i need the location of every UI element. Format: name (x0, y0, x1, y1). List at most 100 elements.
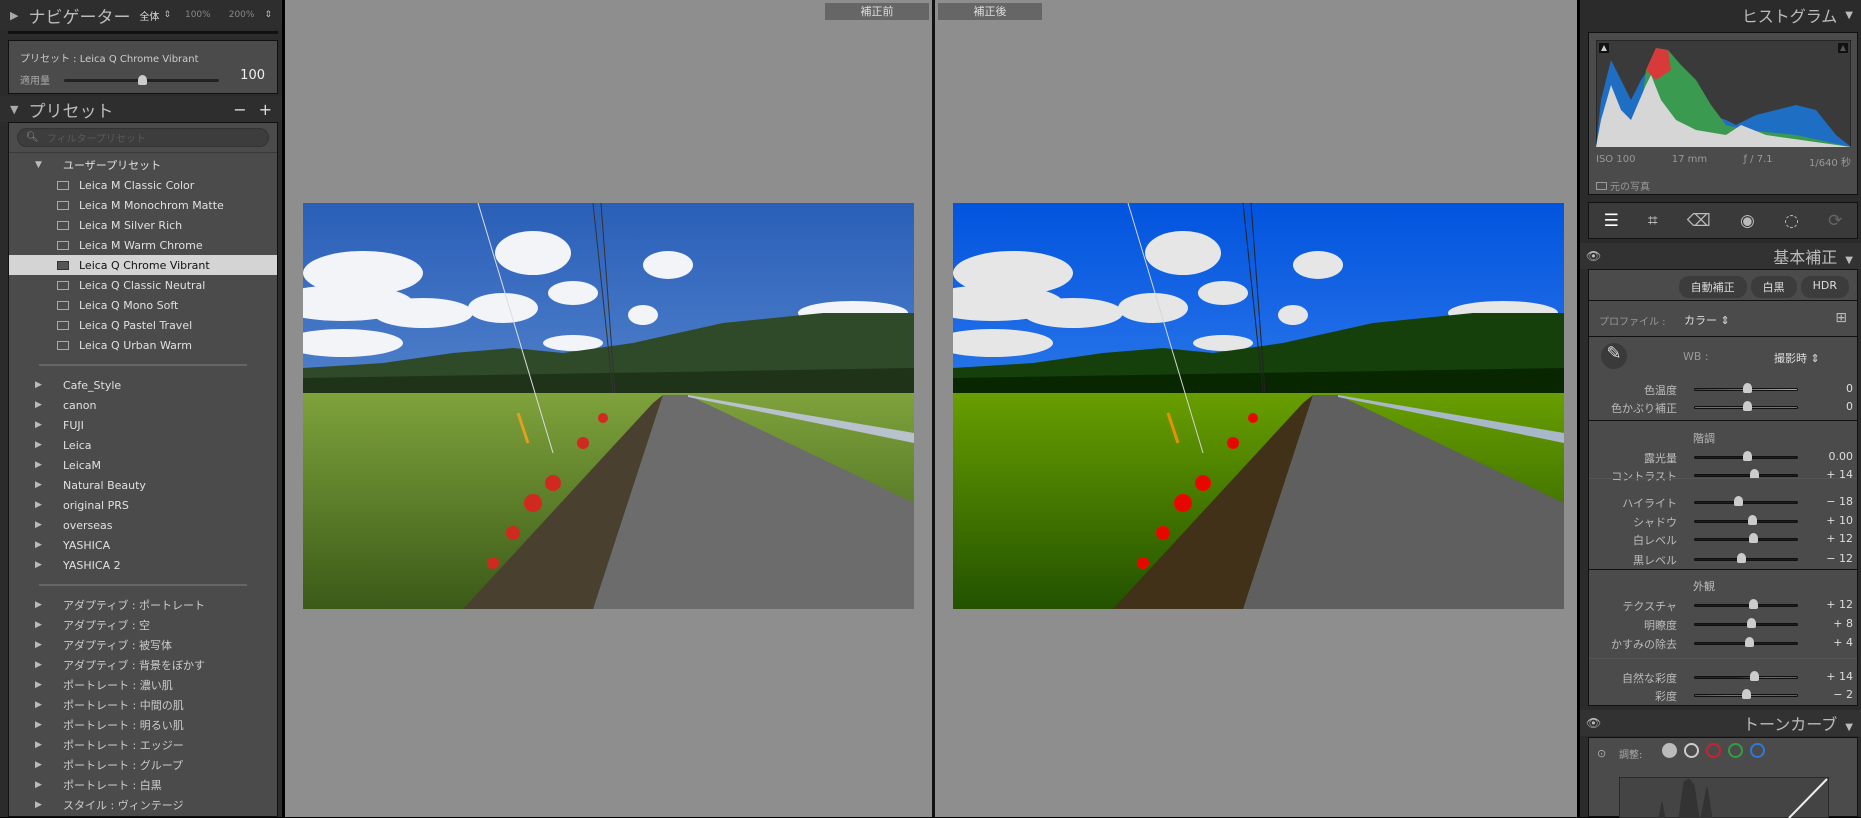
point-curve-icon[interactable] (1684, 743, 1699, 758)
red-channel-icon[interactable] (1706, 743, 1721, 758)
preset-folder[interactable]: ▶ アダプティブ : 空 (9, 615, 277, 635)
preset-item[interactable]: Leica Q Chrome Vibrant (9, 255, 277, 275)
preset-folder[interactable]: ▶ LeicaM (9, 455, 277, 475)
slider-knob[interactable] (1741, 689, 1751, 699)
preset-folder[interactable]: ▶ overseas (9, 515, 277, 535)
preset-folder[interactable]: ▶ スタイル : ヴィンテージ (9, 795, 277, 815)
slider-value[interactable]: + 12 (1826, 598, 1853, 611)
auto-button[interactable]: 自動補正 (1678, 276, 1747, 298)
profile-browser-icon[interactable]: ⊞ (1835, 310, 1847, 326)
slider-track[interactable] (1694, 501, 1798, 504)
preset-item[interactable]: Leica M Monochrom Matte (9, 195, 277, 215)
preset-folder[interactable]: ▶ アダプティブ : 背景をぼかす (9, 655, 277, 675)
reset-icon[interactable]: ⟳ (1828, 211, 1842, 231)
slider-value[interactable]: + 4 (1833, 636, 1853, 649)
parametric-curve-icon[interactable] (1662, 743, 1677, 758)
slider-track[interactable] (1694, 623, 1798, 626)
slider-knob[interactable] (1748, 515, 1758, 525)
preset-group-user[interactable]: ▼ ユーザープリセット (9, 155, 277, 175)
slider-track[interactable] (1694, 520, 1798, 523)
preset-folder[interactable]: ▶ FUJI (9, 415, 277, 435)
slider-knob[interactable] (1743, 451, 1752, 461)
slider-value[interactable]: + 14 (1826, 468, 1853, 481)
preset-item[interactable]: Leica Q Urban Warm (9, 335, 277, 355)
green-channel-icon[interactable] (1728, 743, 1743, 758)
preset-folder[interactable]: ▶ canon (9, 395, 277, 415)
amount-slider-knob[interactable] (137, 75, 147, 85)
black-white-button[interactable]: 白黒 (1750, 276, 1797, 298)
preset-item[interactable]: Leica M Silver Rich (9, 215, 277, 235)
slider-value[interactable]: 0 (1846, 400, 1853, 413)
preset-folder[interactable]: ▶ YASHICA 2 (9, 555, 277, 575)
visibility-eye-icon[interactable]: 👁︎ (1586, 249, 1601, 263)
zoom-menu-icon[interactable]: ⇕ (264, 10, 272, 20)
healing-eraser-icon[interactable]: ⌫ (1687, 211, 1711, 231)
slider-track[interactable] (1694, 604, 1798, 607)
slider-knob[interactable] (1743, 383, 1752, 393)
preset-item[interactable]: Leica Q Classic Neutral (9, 275, 277, 295)
add-preset-button[interactable]: + (259, 100, 272, 119)
tone-curve-header[interactable]: 👁︎ トーンカーブ ▼ (1580, 710, 1861, 736)
zoom-200-option[interactable]: 200% (229, 10, 255, 20)
masking-icon[interactable]: ◌ (1784, 211, 1799, 231)
preset-folder[interactable]: ▶ アダプティブ : 被写体 (9, 635, 277, 655)
preset-folder[interactable]: ▶ Natural Beauty (9, 475, 277, 495)
slider-track[interactable] (1694, 538, 1798, 541)
preset-folder[interactable]: ▶ ポートレート : エッジー (9, 735, 277, 755)
preset-item[interactable]: Leica Q Mono Soft (9, 295, 277, 315)
slider-value[interactable]: + 12 (1826, 532, 1853, 545)
preset-folder[interactable]: ▶ アダプティブ : ポートレート (9, 595, 277, 615)
original-photo-toggle[interactable]: 元の写真 (1596, 178, 1650, 193)
blue-channel-icon[interactable] (1750, 743, 1765, 758)
basic-header[interactable]: 👁︎ 基本補正 ▼ (1580, 243, 1861, 269)
slider-knob[interactable] (1733, 496, 1743, 506)
slider-value[interactable]: + 10 (1826, 514, 1853, 527)
crop-icon[interactable]: ⌗ (1648, 211, 1658, 231)
slider-track[interactable] (1694, 474, 1798, 477)
slider-knob[interactable] (1750, 671, 1760, 681)
preset-folder[interactable]: ▶ ポートレート : グループ (9, 755, 277, 775)
slider-knob[interactable] (1736, 553, 1746, 563)
wb-dropdown[interactable]: 撮影時 ⇕ (1774, 350, 1820, 366)
target-adjust-icon[interactable]: ⊙ (1597, 747, 1606, 760)
slider-knob[interactable] (1743, 401, 1752, 411)
tone-curve-graph[interactable] (1619, 777, 1829, 818)
slider-track[interactable] (1694, 558, 1798, 561)
slider-knob[interactable] (1749, 533, 1759, 543)
amount-slider[interactable] (64, 75, 219, 85)
slider-knob[interactable] (1749, 599, 1759, 609)
wb-eyedropper-icon[interactable]: ✎ (1601, 343, 1627, 369)
hdr-button[interactable]: HDR (1800, 276, 1849, 298)
remove-preset-button[interactable]: − (233, 100, 246, 119)
edit-sliders-icon[interactable]: ☰ (1604, 211, 1619, 231)
preset-folder[interactable]: ▶ ポートレート : 濃い肌 (9, 675, 277, 695)
preset-folder[interactable]: ▶ Leica (9, 435, 277, 455)
checkbox-icon[interactable] (1596, 181, 1607, 190)
preset-item[interactable]: Leica M Warm Chrome (9, 235, 277, 255)
preset-folder[interactable]: ▶ ポートレート : 中間の肌 (9, 695, 277, 715)
slider-value[interactable]: − 2 (1833, 688, 1853, 701)
slider-value[interactable]: + 14 (1826, 670, 1853, 683)
profile-dropdown[interactable]: カラー ⇕ (1684, 312, 1730, 328)
slider-knob[interactable] (1745, 637, 1755, 647)
preset-folder[interactable]: ▶ ポートレート : 明るい肌 (9, 715, 277, 735)
slider-track[interactable] (1694, 676, 1798, 679)
preset-item[interactable]: Leica Q Pastel Travel (9, 315, 277, 335)
red-eye-icon[interactable]: ◉ (1740, 211, 1755, 231)
preset-folder[interactable]: ▶ Cafe_Style (9, 375, 277, 395)
preset-folder[interactable]: ▶ original PRS (9, 495, 277, 515)
presets-header[interactable]: ▼ プリセット − + (0, 96, 282, 122)
slider-knob[interactable] (1747, 618, 1757, 628)
navigator-header[interactable]: ▶ ナビゲーター 全体 ⇕ 100% 200% ⇕ (0, 0, 282, 30)
slider-value[interactable]: 0.00 (1829, 450, 1854, 463)
zoom-100-option[interactable]: 100% (185, 10, 211, 20)
preset-folder[interactable]: ▶ YASHICA (9, 535, 277, 555)
slider-value[interactable]: 0 (1846, 382, 1853, 395)
visibility-eye-icon[interactable]: 👁︎ (1586, 716, 1601, 730)
amount-value[interactable]: 100 (240, 68, 265, 83)
preset-folder[interactable]: ▶ ポートレート : 白黒 (9, 775, 277, 795)
preset-search[interactable]: 🔍︎ フィルタープリセット (17, 128, 269, 147)
slider-value[interactable]: + 8 (1833, 617, 1853, 630)
slider-value[interactable]: − 18 (1826, 495, 1853, 508)
histogram-header[interactable]: ヒストグラム ▼ (1580, 0, 1861, 30)
